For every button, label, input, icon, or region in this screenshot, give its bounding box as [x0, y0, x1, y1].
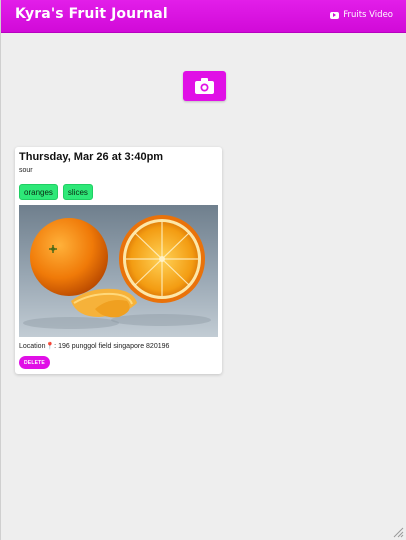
youtube-icon [330, 11, 340, 19]
tag-oranges[interactable]: oranges [19, 184, 58, 200]
tag-slices[interactable]: slices [62, 184, 93, 200]
app-header: Kyra's Fruit Journal Fruits Video [1, 0, 406, 33]
camera-button[interactable] [183, 71, 226, 101]
entry-location: Location📍: 196 punggol field singapore 8… [19, 343, 170, 350]
entry-taste: sour [19, 167, 33, 174]
resize-handle-icon[interactable] [392, 526, 404, 538]
camera-icon [195, 78, 214, 94]
delete-button[interactable]: DELETE [19, 356, 50, 369]
journal-entry-card: Thursday, Mar 26 at 3:40pm sour oranges … [15, 147, 222, 374]
fruit-photo [19, 205, 218, 337]
fruits-video-label: Fruits Video [343, 10, 393, 20]
app-title: Kyra's Fruit Journal [15, 6, 168, 22]
entry-date: Thursday, Mar 26 at 3:40pm [19, 151, 164, 163]
fruits-video-link[interactable]: Fruits Video [330, 10, 393, 20]
entry-tags: oranges slices [19, 184, 93, 200]
